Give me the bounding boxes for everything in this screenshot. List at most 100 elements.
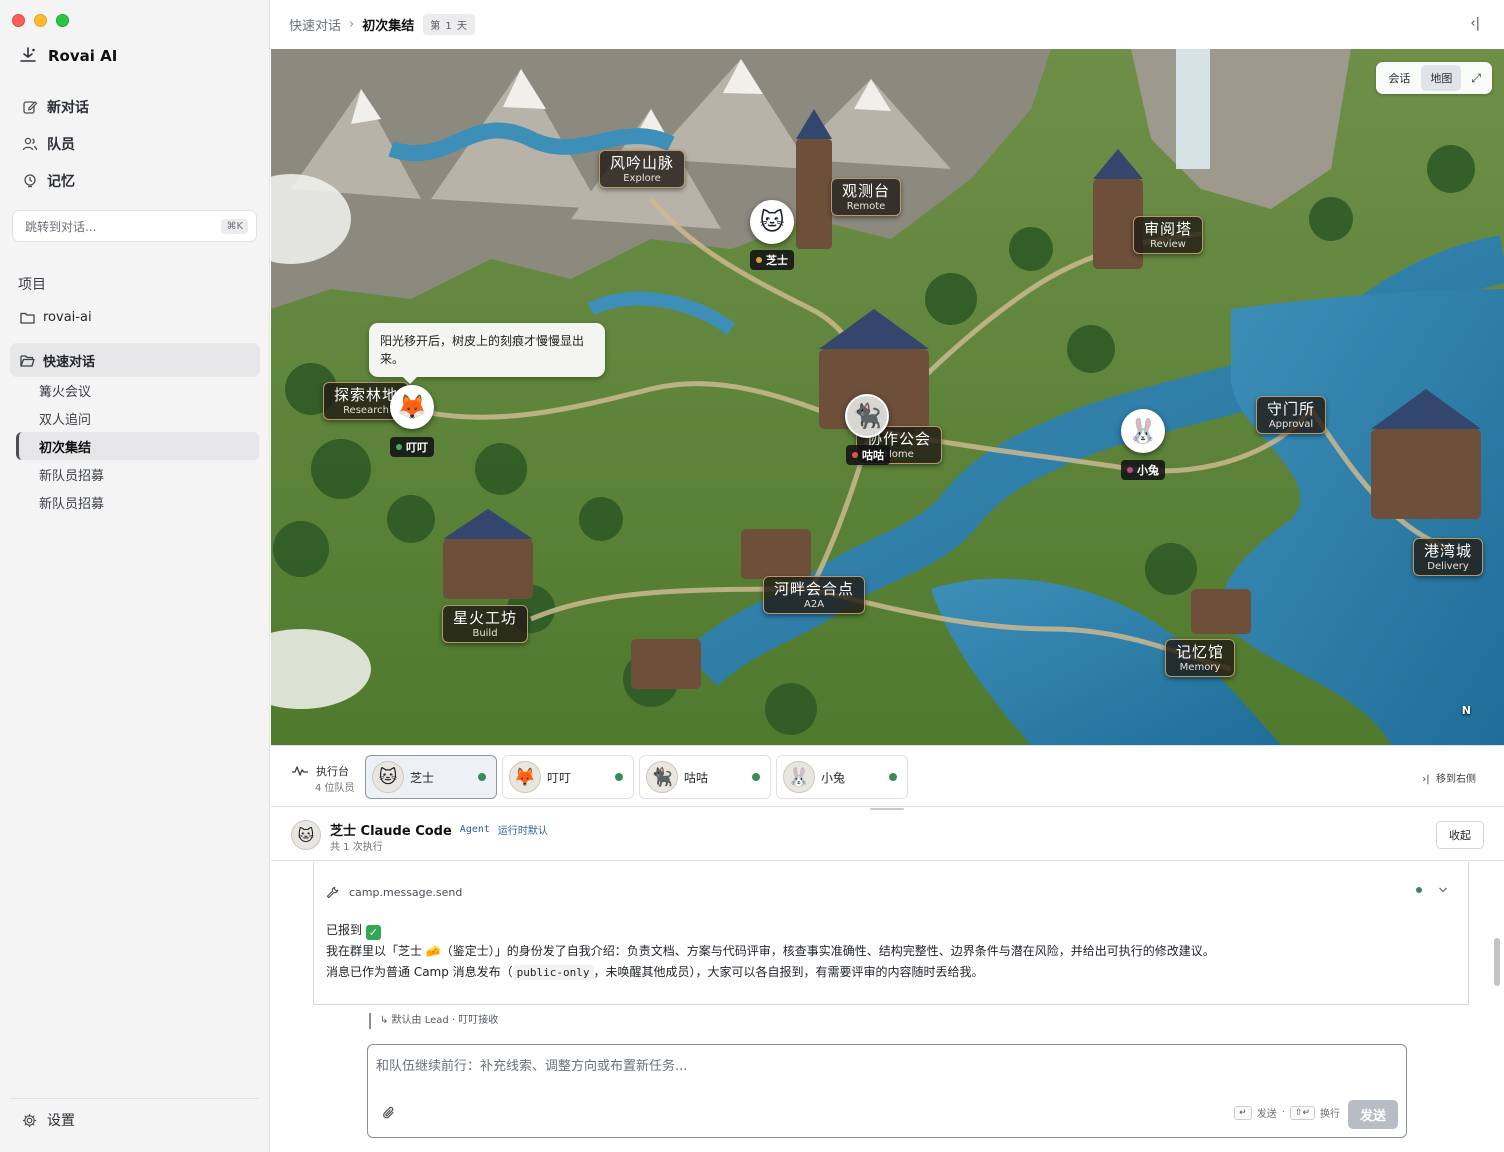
map-agent-name: 叮叮 (406, 441, 428, 454)
attach-icon[interactable] (382, 1106, 396, 1124)
detail-title: 芝士 Claude Code Agent 运行时默认 (330, 820, 548, 839)
map-agent-avatar[interactable]: 🦊 (390, 385, 434, 429)
breadcrumb-separator: › (349, 17, 355, 32)
location-explore[interactable]: 风吟山脉 Explore (599, 150, 686, 188)
folder-open-icon (20, 354, 35, 367)
project-label: rovai-ai (43, 309, 92, 325)
world-map[interactable]: 会话 地图 ⤢ 风吟山脉 Explore 观测台 Remote 审阅塔 Revi… (271, 49, 1504, 745)
scrollbar-thumb[interactable] (1494, 938, 1500, 986)
agent-detail-header: 🐱 芝士 Claude Code Agent 运行时默认 共 1 次执行 收起 (271, 810, 1504, 861)
run-count: 共 1 次执行 (330, 842, 383, 853)
move-to-right-button[interactable]: ›| 移到右侧 (1422, 770, 1476, 785)
day-badge: 第 1 天 (423, 14, 475, 35)
expand-icon[interactable]: ⤢ (1463, 67, 1489, 90)
member-chip[interactable]: 🦊 叮叮 (502, 755, 634, 799)
location-build[interactable]: 星火工坊 Build (442, 605, 529, 643)
location-sub: Review (1150, 239, 1186, 250)
member-status-dot (478, 773, 486, 781)
activity-icon (292, 766, 308, 776)
collapse-button[interactable]: 收起 (1436, 821, 1484, 849)
collapse-panel-icon[interactable]: ‹| (1470, 16, 1480, 31)
member-chip[interactable]: 🐱 芝士 (365, 755, 497, 799)
status-dot (852, 452, 858, 458)
tool-call-row: camp.message.send (326, 886, 462, 899)
location-sub: Delivery (1427, 561, 1469, 572)
view-map-tab[interactable]: 地图 (1421, 65, 1462, 91)
keyboard-hints: ↵ 发送 · ⇧↵ 换行 (1234, 1105, 1340, 1120)
routing-note: ↳ 默认由 Lead · 叮叮接收 (369, 1013, 498, 1029)
hint-separator: · (1281, 1107, 1285, 1118)
member-avatar: 🦊 (509, 761, 541, 793)
dock-right-icon: ›| (1422, 774, 1436, 785)
breadcrumb-parent[interactable]: 快速对话 (289, 15, 341, 34)
conversation-item[interactable]: 双人追问 (16, 404, 259, 432)
location-delivery[interactable]: 港湾城 Delivery (1413, 538, 1484, 576)
map-agent-tag[interactable]: 叮叮 (390, 437, 434, 457)
check-icon: ✓ (365, 925, 381, 940)
jump-to-chat-input[interactable]: 跳转到对话... ⌘K (12, 210, 257, 242)
conversation-item-active[interactable]: 初次集结 (16, 432, 259, 460)
close-window-button[interactable] (12, 14, 25, 27)
chevron-down-icon[interactable] (1438, 886, 1448, 894)
project-quick-chat[interactable]: 快速对话 (10, 343, 260, 377)
folder-icon (20, 312, 35, 324)
projects-heading: 项目 (18, 277, 46, 293)
zoom-window-button[interactable] (56, 14, 69, 27)
sidebar-divider (10, 1098, 259, 1099)
main-nav: 新对话 队员 记忆 (10, 88, 259, 199)
output-line-text: 已报到 (326, 923, 363, 937)
member-status-dot (752, 773, 760, 781)
map-agent-tag[interactable]: 芝士 (750, 250, 794, 270)
detail-agent-name: 芝士 Claude Code (330, 824, 452, 839)
location-sub: Build (472, 628, 498, 639)
agent-speech-bubble: 阳光移开后，树皮上的刻痕才慢慢显出来。 (369, 323, 605, 384)
location-sub: Approval (1268, 419, 1314, 430)
status-dot (756, 257, 762, 263)
move-right-label: 移到右侧 (1436, 774, 1476, 785)
settings-button[interactable]: 设置 (22, 1110, 75, 1130)
location-approval[interactable]: 守门所 Approval (1256, 396, 1327, 434)
member-status-dot (889, 773, 897, 781)
exec-member-count: 4 位队员 (315, 783, 355, 794)
location-sub: Memory (1179, 662, 1221, 673)
map-agent-tag[interactable]: 咕咕 (846, 445, 890, 465)
location-a2a[interactable]: 河畔会合点 A2A (763, 576, 866, 614)
shift-enter-key-hint: ⇧↵ (1289, 1105, 1315, 1120)
tool-output-card: camp.message.send 已报到 ✓ 我在群里以「芝士 🧀（鉴定士）」… (313, 862, 1469, 1005)
detail-avatar: 🐱 (291, 820, 321, 850)
minimize-window-button[interactable] (34, 14, 47, 27)
output-line-pre: 消息已作为普通 Camp 消息发布（ (326, 965, 513, 979)
location-name: 星火工坊 (453, 609, 518, 627)
map-agent-name: 芝士 (766, 254, 788, 267)
map-agent-avatar[interactable]: 🐱 (750, 200, 794, 244)
message-input[interactable] (376, 1059, 1276, 1074)
member-name: 芝士 (410, 770, 435, 785)
nav-new-chat[interactable]: 新对话 (10, 88, 259, 125)
map-agent-tag[interactable]: 小兔 (1121, 460, 1165, 480)
sidebar: Rovai AI 新对话 队员 记忆 跳转到对话... ⌘K 项目 rovai-… (0, 0, 270, 1152)
project-rovai-ai[interactable]: rovai-ai (10, 300, 260, 334)
member-status-dot (615, 773, 623, 781)
location-memory[interactable]: 记忆馆 Memory (1165, 639, 1236, 677)
member-chip[interactable]: 🐰 小兔 (776, 755, 908, 799)
map-agent-avatar[interactable]: 🐈‍⬛ (845, 394, 889, 438)
member-chip[interactable]: 🐈‍⬛ 咕咕 (639, 755, 771, 799)
location-remote[interactable]: 观测台 Remote (831, 178, 902, 216)
location-review[interactable]: 审阅塔 Review (1133, 216, 1204, 254)
nav-memory[interactable]: 记忆 (10, 162, 259, 199)
member-avatar: 🐰 (783, 761, 815, 793)
conversation-item[interactable]: 新队员招募 (16, 488, 259, 516)
location-sub: Research (343, 405, 389, 416)
conversation-item[interactable]: 篝火会议 (16, 376, 259, 404)
view-chat-tab[interactable]: 会话 (1379, 65, 1419, 91)
conversation-item[interactable]: 新队员招募 (16, 460, 259, 488)
tool-status-dot (1416, 887, 1422, 893)
wrench-icon (326, 886, 339, 899)
output-line: 我在群里以「芝士 🧀（鉴定士）」的身份发了自我介绍：负责文档、方案与代码评审，核… (326, 944, 1215, 958)
send-button[interactable]: 发送 (1348, 1100, 1398, 1129)
nav-members[interactable]: 队员 (10, 125, 259, 162)
app-name: Rovai AI (48, 47, 118, 65)
runtime-label: 运行时默认 (497, 826, 548, 837)
map-agent-avatar[interactable]: 🐰 (1121, 409, 1165, 453)
project-label: 快速对话 (43, 354, 96, 370)
